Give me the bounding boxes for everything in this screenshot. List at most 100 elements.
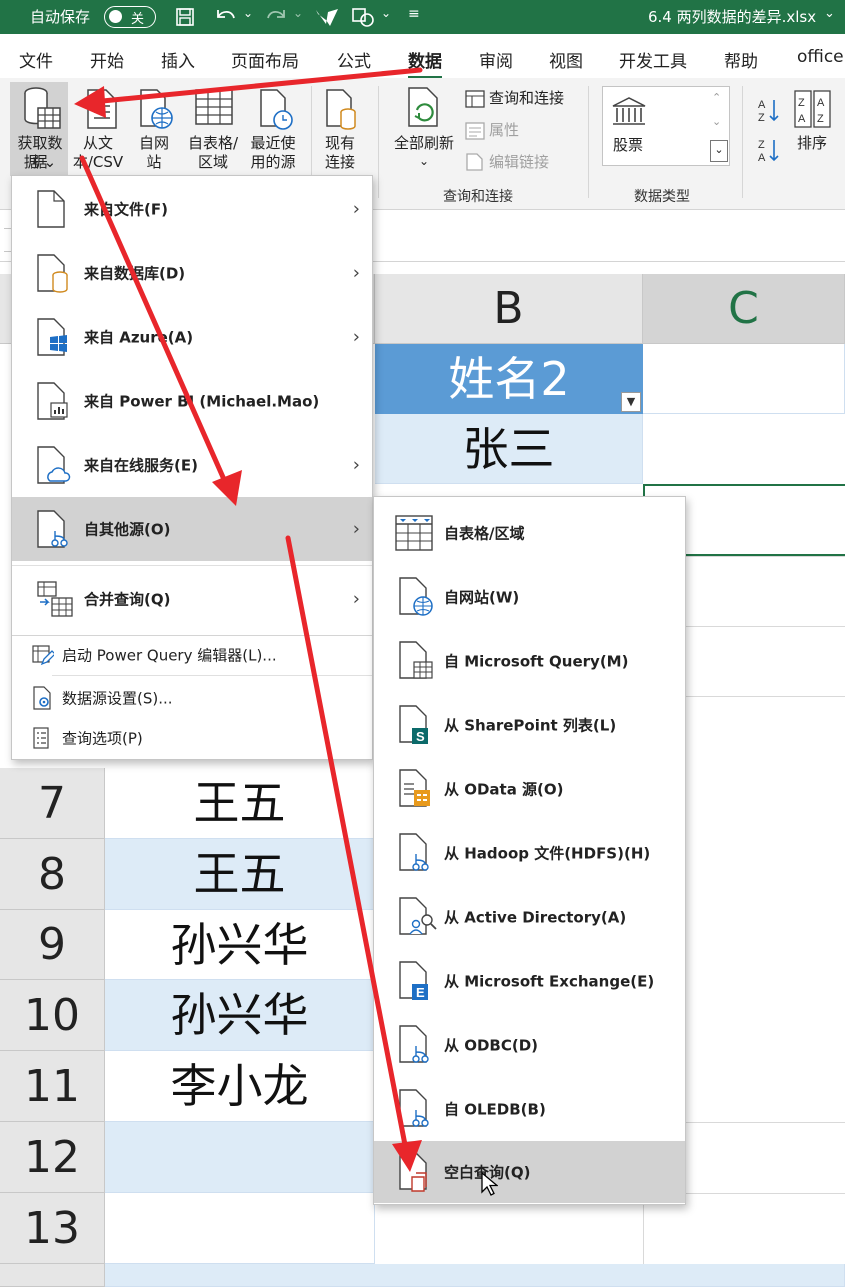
menu-item-from-database[interactable]: 来自数据库(D) › xyxy=(12,241,372,305)
gallery-more-icon[interactable]: ⌄ xyxy=(710,140,728,162)
undo-dropdown-icon[interactable]: ⌄ xyxy=(243,6,253,20)
menu-item-from-azure[interactable]: 来自 Azure(A) › xyxy=(12,305,372,369)
svg-text:Z: Z xyxy=(798,97,805,109)
table-cell[interactable]: 张三 xyxy=(375,414,643,484)
grid-cell[interactable] xyxy=(643,344,845,414)
table-cell[interactable] xyxy=(105,1264,845,1287)
save-icon[interactable] xyxy=(175,7,195,27)
menu-item-data-source-settings[interactable]: 数据源设置(S)... xyxy=(12,678,372,718)
row-header-7[interactable]: 7 xyxy=(0,768,105,839)
menu-item-combine-queries[interactable]: 合并查询(Q) › xyxy=(12,566,372,631)
from-table-button[interactable]: 自表格/区域 xyxy=(184,134,242,172)
queries-connections-button[interactable]: 查询和连接 xyxy=(489,89,564,108)
submenu-item-label: 从 Active Directory(A) xyxy=(444,908,627,927)
menu-item-label: 自其他源(O) xyxy=(84,520,171,539)
get-data-menu: 来自文件(F) › 来自数据库(D) › 来自 Azure(A) › 来自 Po… xyxy=(11,175,373,760)
msquery-icon xyxy=(399,641,433,679)
existing-connections-button[interactable]: 现有连接 xyxy=(318,134,362,172)
row-header-12[interactable]: 12 xyxy=(0,1122,105,1193)
tab-file[interactable]: 文件 xyxy=(19,47,53,72)
tab-home[interactable]: 开始 xyxy=(90,47,124,72)
menu-item-from-online-services[interactable]: 来自在线服务(E) › xyxy=(12,433,372,497)
redo-icon[interactable] xyxy=(264,6,288,28)
sort-descending-icon[interactable]: ZA xyxy=(758,136,782,164)
row-header-13[interactable]: 13 xyxy=(0,1193,105,1264)
powerbi-icon xyxy=(37,382,68,420)
chevron-right-icon: › xyxy=(352,454,360,476)
row-header-14[interactable] xyxy=(0,1264,105,1287)
column-header-c[interactable]: C xyxy=(643,274,845,344)
menu-item-from-file[interactable]: 来自文件(F) › xyxy=(12,176,372,241)
customize-toolbar-icon[interactable]: ≡ xyxy=(408,6,420,22)
hadoop-icon xyxy=(399,833,429,871)
menu-item-launch-power-query-editor[interactable]: 启动 Power Query 编辑器(L)... xyxy=(12,636,372,674)
submenu-item-from-hadoop[interactable]: 从 Hadoop 文件(HDFS)(H) xyxy=(374,821,685,885)
file-name[interactable]: 6.4 两列数据的差异.xlsx xyxy=(648,6,816,27)
submenu-item-from-exchange[interactable]: E 从 Microsoft Exchange(E) xyxy=(374,949,685,1013)
ribbon-separator xyxy=(742,86,743,198)
table-cell[interactable] xyxy=(105,1193,375,1264)
table-cell[interactable] xyxy=(105,1122,375,1193)
submenu-item-from-table[interactable]: 自表格/区域 xyxy=(374,501,685,565)
table-header-cell[interactable]: 姓名2 ▼ xyxy=(375,344,643,414)
table-cell[interactable]: 李小龙 xyxy=(105,1051,375,1122)
shapes-dropdown-icon[interactable]: ⌄ xyxy=(381,6,391,20)
submenu-item-from-sharepoint[interactable]: S 从 SharePoint 列表(L) xyxy=(374,693,685,757)
row-header-8[interactable]: 8 xyxy=(0,839,105,910)
row-header-9[interactable]: 9 xyxy=(0,910,105,980)
refresh-all-button[interactable]: 全部刷新 xyxy=(388,134,460,153)
menu-item-from-other-sources[interactable]: 自其他源(O) › xyxy=(12,497,372,561)
stocks-button[interactable]: 股票 xyxy=(613,136,643,155)
menu-item-from-powerbi[interactable]: 来自 Power BI (Michael.Mao) xyxy=(12,369,372,433)
submenu-item-from-odata[interactable]: 从 OData 源(O) xyxy=(374,757,685,821)
row-header-10[interactable]: 10 xyxy=(0,980,105,1051)
text-csv-icon xyxy=(87,89,117,129)
macro-icon[interactable] xyxy=(314,6,340,28)
gallery-down-icon[interactable]: ⌄ xyxy=(712,112,721,131)
tab-formulas[interactable]: 公式 xyxy=(337,47,371,72)
row-header-11[interactable]: 11 xyxy=(0,1051,105,1122)
recent-sources-icon xyxy=(260,89,293,130)
undo-icon[interactable] xyxy=(214,6,238,28)
column-header-b[interactable]: B xyxy=(375,274,643,344)
edit-links-button[interactable]: 编辑链接 xyxy=(489,153,549,172)
sort-button[interactable]: 排序 xyxy=(797,134,827,153)
from-text-csv-button[interactable]: 从文本/CSV xyxy=(72,134,124,172)
combine-icon xyxy=(37,580,73,617)
filter-dropdown-icon[interactable]: ▼ xyxy=(621,392,641,412)
tab-developer[interactable]: 开发工具 xyxy=(619,47,687,72)
chevron-right-icon: › xyxy=(352,262,360,284)
web-icon xyxy=(140,89,173,129)
submenu-item-label: 从 Hadoop 文件(HDFS)(H) xyxy=(444,844,651,863)
table-cell[interactable]: 孙兴华 xyxy=(105,910,375,980)
from-web-button[interactable]: 自网站 xyxy=(134,134,174,172)
redo-dropdown-icon[interactable]: ⌄ xyxy=(293,6,303,20)
submenu-item-blank-query[interactable]: 空白查询(Q) xyxy=(374,1141,685,1203)
tab-view[interactable]: 视图 xyxy=(549,47,583,72)
table-cell[interactable]: 王五 xyxy=(105,839,375,910)
tab-help[interactable]: 帮助 xyxy=(724,47,758,72)
submenu-item-from-oledb[interactable]: 自 OLEDB(B) xyxy=(374,1077,685,1141)
autosave-toggle[interactable]: 关 xyxy=(104,6,156,28)
tab-page-layout[interactable]: 页面布局 xyxy=(231,47,299,72)
shapes-icon[interactable] xyxy=(350,6,376,28)
submenu-item-from-web[interactable]: 自网站(W) xyxy=(374,565,685,629)
table-cell[interactable]: 孙兴华 xyxy=(105,980,375,1051)
properties-button[interactable]: 属性 xyxy=(489,121,519,140)
submenu-item-from-odbc[interactable]: 从 ODBC(D) xyxy=(374,1013,685,1077)
gallery-up-icon[interactable]: ⌃ xyxy=(712,88,721,107)
refresh-all-dropdown-icon[interactable]: ⌄ xyxy=(416,152,432,171)
submenu-item-label: 从 Microsoft Exchange(E) xyxy=(444,972,655,991)
menu-item-label: 查询选项(P) xyxy=(62,729,143,748)
sort-ascending-icon[interactable]: AZ xyxy=(758,96,782,124)
tab-review[interactable]: 审阅 xyxy=(479,47,513,72)
tab-data[interactable]: 数据 xyxy=(408,47,442,79)
filename-dropdown-icon[interactable]: ⌄ xyxy=(824,6,835,21)
tab-office[interactable]: office xyxy=(797,47,844,67)
tab-insert[interactable]: 插入 xyxy=(161,47,195,72)
table-cell[interactable]: 王五 xyxy=(105,768,375,839)
submenu-item-from-active-directory[interactable]: 从 Active Directory(A) xyxy=(374,885,685,949)
menu-item-query-options[interactable]: 查询选项(P) xyxy=(12,718,372,758)
submenu-item-from-microsoft-query[interactable]: 自 Microsoft Query(M) xyxy=(374,629,685,693)
recent-sources-button[interactable]: 最近使用的源 xyxy=(246,134,300,172)
